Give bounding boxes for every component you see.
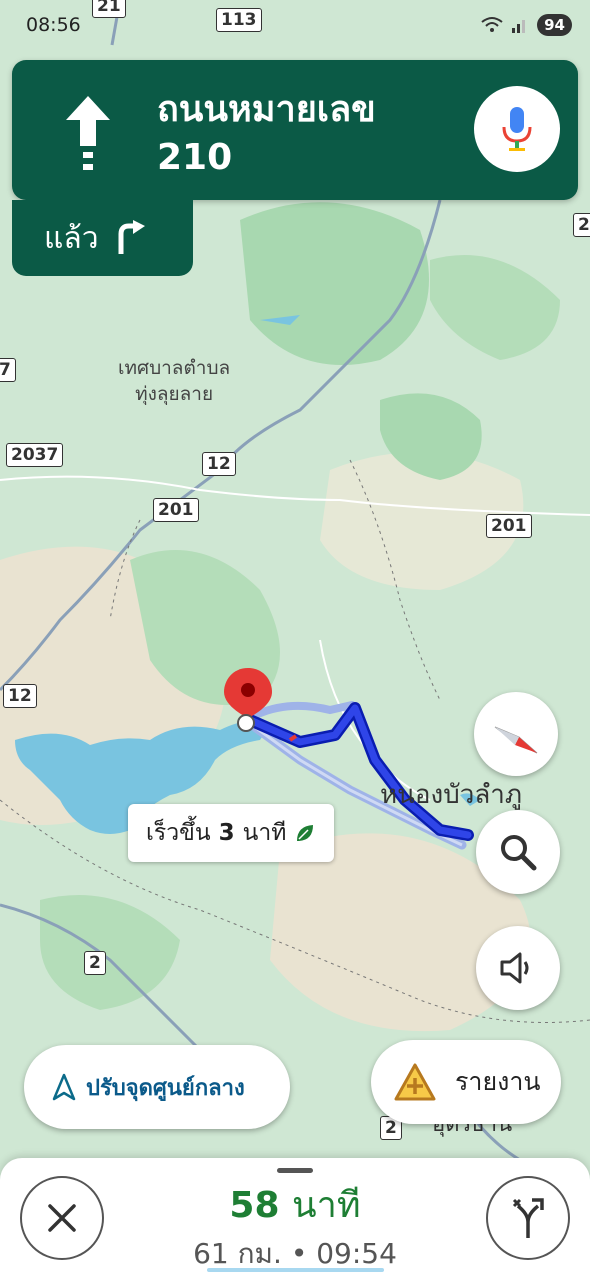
faster-minutes: 3	[218, 820, 235, 846]
status-bar: 08:56 94	[0, 0, 590, 50]
report-button[interactable]: รายงาน	[371, 1040, 561, 1124]
alternate-routes-icon	[512, 1198, 544, 1238]
route-progress-indicator	[207, 1268, 384, 1272]
signal-icon	[512, 20, 526, 33]
road-shield: 7	[0, 358, 16, 382]
compass-button[interactable]	[474, 692, 558, 776]
road-shield: 201	[486, 514, 532, 538]
sheet-handle[interactable]	[277, 1168, 313, 1173]
next-maneuver[interactable]: แล้ว	[12, 200, 193, 276]
report-warning-icon	[394, 1063, 436, 1101]
mic-icon	[502, 107, 532, 151]
voice-search-button[interactable]	[474, 86, 560, 172]
compass-icon	[494, 726, 538, 754]
alternate-routes-button[interactable]	[486, 1176, 570, 1260]
search-icon	[501, 835, 537, 871]
battery-indicator: 94	[537, 14, 572, 36]
recenter-label: ปรับจุดศูนย์กลาง	[86, 1075, 245, 1101]
recenter-button[interactable]: ปรับจุดศูนย์กลาง	[24, 1045, 290, 1129]
road-shield: 201	[153, 498, 199, 522]
road-shield: 21	[573, 213, 590, 237]
status-time: 08:56	[26, 14, 81, 36]
street-name: ถนนหมายเลข 210	[157, 89, 376, 178]
road-shield: 2	[84, 951, 106, 975]
sound-button[interactable]	[476, 926, 560, 1010]
navigation-banner[interactable]: ถนนหมายเลข 210	[12, 60, 578, 200]
destination-area-label: หนองบัวลำภู	[380, 780, 522, 810]
road-shield: 12	[202, 452, 236, 476]
search-button[interactable]	[476, 810, 560, 894]
municipality-label: เทศบาลตำบล ทุ่งลุยลาย	[118, 357, 231, 405]
info-separator: •	[290, 1237, 308, 1270]
navigation-arrow-icon	[52, 1073, 76, 1101]
route-time-chip[interactable]: เร็วขึ้น 3 นาที	[128, 804, 335, 862]
trip-summary-sheet[interactable]: 58 นาที 61 กม. • 09:54	[0, 1158, 590, 1280]
wifi-icon	[481, 17, 503, 32]
straight-arrow-icon	[66, 96, 110, 170]
trip-distance: 61 กม.	[193, 1237, 282, 1270]
road-shield: 2037	[6, 443, 64, 467]
road-shield: 12	[3, 684, 37, 708]
report-label: รายงาน	[455, 1067, 541, 1096]
arrival-time: 09:54	[316, 1237, 397, 1270]
faster-unit: นาที	[242, 820, 287, 846]
faster-label: เร็วขึ้น	[146, 820, 211, 846]
volume-icon	[500, 952, 529, 984]
then-label: แล้ว	[44, 220, 99, 256]
turn-right-arrow-icon	[118, 220, 145, 254]
leaf-icon	[297, 825, 314, 841]
